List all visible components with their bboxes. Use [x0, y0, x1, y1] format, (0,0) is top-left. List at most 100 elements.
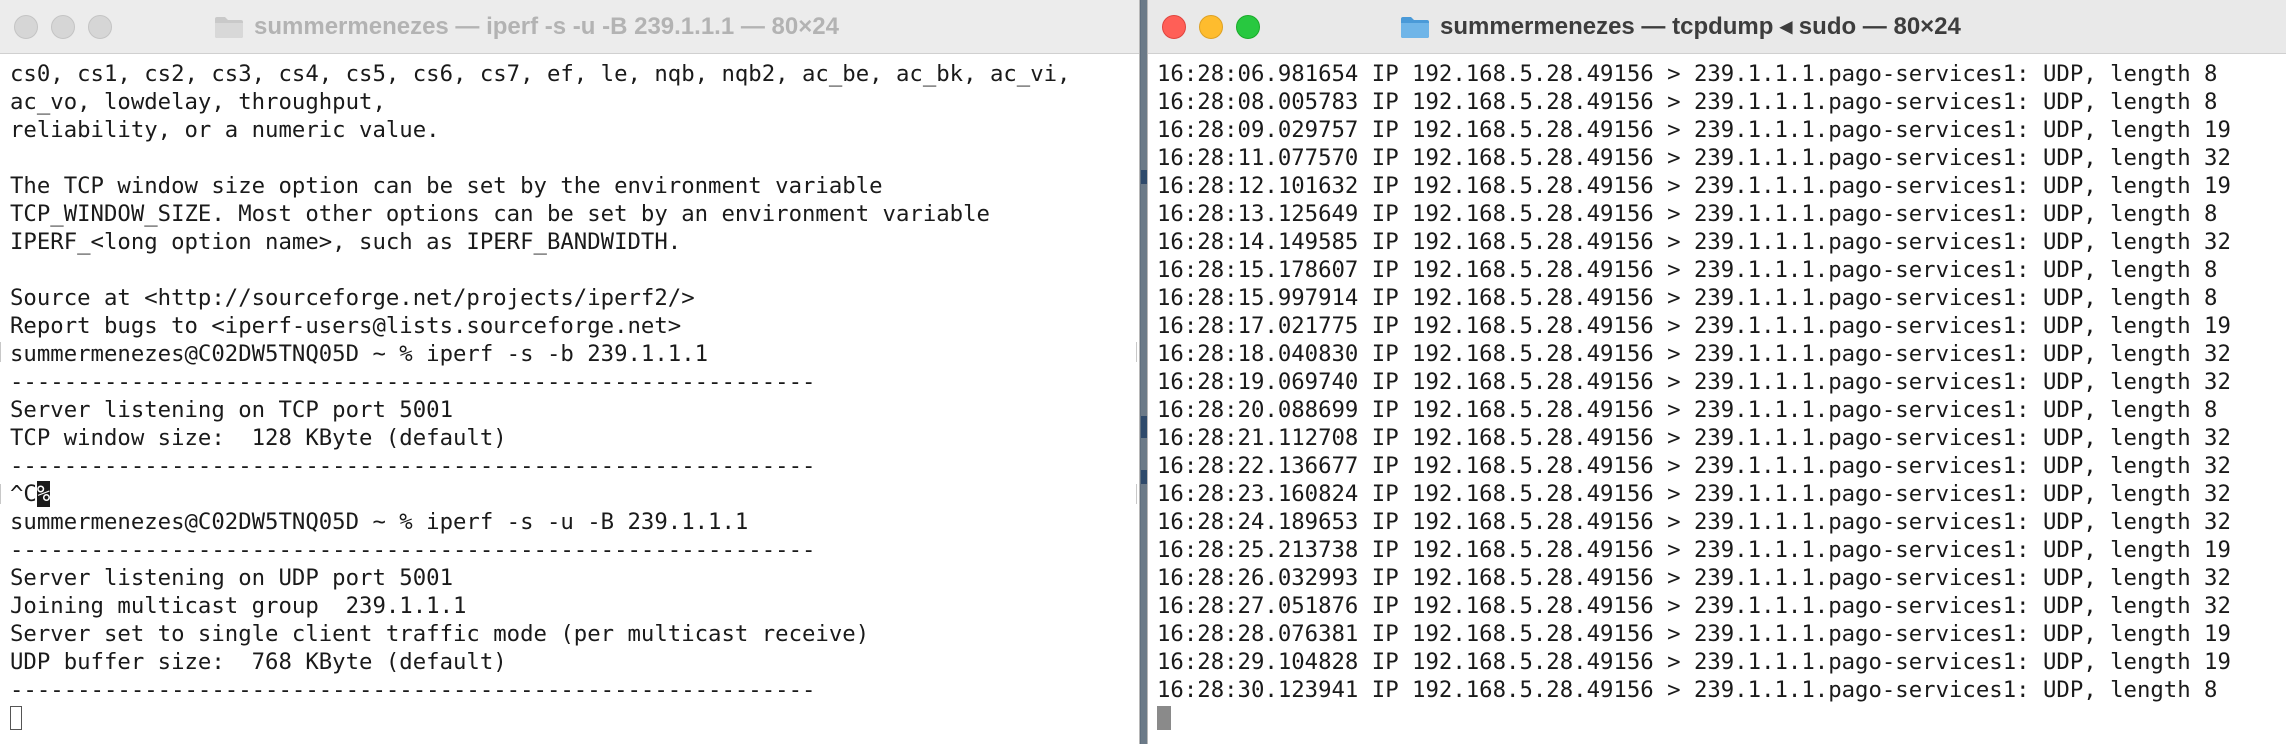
terminal-line: ----------------------------------------… [10, 536, 1139, 564]
terminal-line-text: 16:28:06.981654 IP 192.168.5.28.49156 > … [1157, 61, 2218, 87]
terminal-output[interactable]: cs0, cs1, cs2, cs3, cs4, cs5, cs6, cs7, … [0, 56, 1139, 744]
text-cursor [1157, 706, 1171, 730]
text-cursor [10, 706, 22, 730]
terminal-line-text: 16:28:27.051876 IP 192.168.5.28.49156 > … [1157, 593, 2231, 619]
terminal-line: summermenezes@C02DW5TNQ05D ~ % iperf -s … [10, 340, 1139, 368]
terminal-line-text: ----------------------------------------… [10, 369, 816, 395]
terminal-line-text: ----------------------------------------… [10, 677, 816, 703]
terminal-line-text: UDP buffer size: 768 KByte (default) [10, 649, 507, 675]
terminal-line-text: summermenezes@C02DW5TNQ05D ~ % iperf -s … [10, 341, 709, 367]
terminal-line: 16:28:19.069740 IP 192.168.5.28.49156 > … [1157, 368, 2286, 396]
title-bar[interactable]: summermenezes — iperf -s -u -B 239.1.1.1… [0, 0, 1139, 54]
scroll-mark [0, 484, 4, 504]
terminal-line: 16:28:29.104828 IP 192.168.5.28.49156 > … [1157, 648, 2286, 676]
prompt-end-marker: % [36, 481, 51, 507]
terminal-line-text: TCP_WINDOW_SIZE. Most other options can … [10, 201, 990, 227]
terminal-line-text: Server set to single client traffic mode… [10, 621, 870, 647]
terminal-line: 16:28:26.032993 IP 192.168.5.28.49156 > … [1157, 564, 2286, 592]
terminal-line: ^C% [10, 480, 1139, 508]
window-title-text: summermenezes — tcpdump ◂ sudo — 80×24 [1440, 13, 1961, 40]
terminal-line: cs0, cs1, cs2, cs3, cs4, cs5, cs6, cs7, … [10, 60, 1139, 88]
zoom-button[interactable] [1236, 15, 1260, 39]
terminal-line: 16:28:22.136677 IP 192.168.5.28.49156 > … [1157, 452, 2286, 480]
zoom-button[interactable] [88, 15, 112, 39]
terminal-line: 16:28:28.076381 IP 192.168.5.28.49156 > … [1157, 620, 2286, 648]
terminal-line-text: Report bugs to <iperf-users@lists.source… [10, 313, 682, 339]
terminal-line: 16:28:08.005783 IP 192.168.5.28.49156 > … [1157, 88, 2286, 116]
terminal-line: 16:28:06.981654 IP 192.168.5.28.49156 > … [1157, 60, 2286, 88]
terminal-line-text: 16:28:09.029757 IP 192.168.5.28.49156 > … [1157, 117, 2231, 143]
terminal-line: reliability, or a numeric value. [10, 116, 1139, 144]
window-controls [1162, 15, 1260, 39]
terminal-line-text: 16:28:19.069740 IP 192.168.5.28.49156 > … [1157, 369, 2231, 395]
terminal-line-text: 16:28:22.136677 IP 192.168.5.28.49156 > … [1157, 453, 2231, 479]
terminal-line: IPERF_<long option name>, such as IPERF_… [10, 228, 1139, 256]
terminal-line-text: 16:28:08.005783 IP 192.168.5.28.49156 > … [1157, 89, 2218, 115]
terminal-line: TCP window size: 128 KByte (default) [10, 424, 1139, 452]
terminal-line-text: cs0, cs1, cs2, cs3, cs4, cs5, cs6, cs7, … [10, 61, 1071, 87]
terminal-line-text: Joining multicast group 239.1.1.1 [10, 593, 467, 619]
window-controls [14, 15, 112, 39]
terminal-line: summermenezes@C02DW5TNQ05D ~ % iperf -s … [10, 508, 1139, 536]
terminal-line-text: ----------------------------------------… [10, 453, 816, 479]
terminal-line-text: Server listening on UDP port 5001 [10, 565, 453, 591]
terminal-window-iperf[interactable]: summermenezes — iperf -s -u -B 239.1.1.1… [0, 0, 1140, 744]
terminal-line: Server set to single client traffic mode… [10, 620, 1139, 648]
window-title-text: summermenezes — iperf -s -u -B 239.1.1.1… [254, 13, 839, 40]
terminal-output[interactable]: 16:28:06.981654 IP 192.168.5.28.49156 > … [1148, 56, 2286, 744]
terminal-line-text: 16:28:14.149585 IP 192.168.5.28.49156 > … [1157, 229, 2231, 255]
terminal-line: Report bugs to <iperf-users@lists.source… [10, 312, 1139, 340]
desktop: summermenezes — iperf -s -u -B 239.1.1.1… [0, 0, 2286, 744]
terminal-line: The TCP window size option can be set by… [10, 172, 1139, 200]
terminal-line-text: ac_vo, lowdelay, throughput, [10, 89, 386, 115]
terminal-line: UDP buffer size: 768 KByte (default) [10, 648, 1139, 676]
terminal-line: ac_vo, lowdelay, throughput, [10, 88, 1139, 116]
close-button[interactable] [14, 15, 38, 39]
terminal-line-text: 16:28:11.077570 IP 192.168.5.28.49156 > … [1157, 145, 2231, 171]
terminal-line: 16:28:25.213738 IP 192.168.5.28.49156 > … [1157, 536, 2286, 564]
terminal-line-text: TCP window size: 128 KByte (default) [10, 425, 507, 451]
terminal-line-text: ^C [10, 481, 37, 507]
minimize-button[interactable] [1199, 15, 1223, 39]
terminal-line: 16:28:13.125649 IP 192.168.5.28.49156 > … [1157, 200, 2286, 228]
terminal-line: 16:28:14.149585 IP 192.168.5.28.49156 > … [1157, 228, 2286, 256]
minimize-button[interactable] [51, 15, 75, 39]
window-title: summermenezes — iperf -s -u -B 239.1.1.1… [214, 0, 839, 54]
close-button[interactable] [1162, 15, 1186, 39]
cursor-line [10, 704, 1139, 732]
terminal-line-text: 16:28:26.032993 IP 192.168.5.28.49156 > … [1157, 565, 2231, 591]
terminal-line-text: Server listening on TCP port 5001 [10, 397, 453, 423]
terminal-line-text: ----------------------------------------… [10, 537, 816, 563]
terminal-line: 16:28:27.051876 IP 192.168.5.28.49156 > … [1157, 592, 2286, 620]
scroll-mark [1132, 342, 1137, 362]
terminal-line-text: 16:28:13.125649 IP 192.168.5.28.49156 > … [1157, 201, 2218, 227]
terminal-line-text: 16:28:29.104828 IP 192.168.5.28.49156 > … [1157, 649, 2231, 675]
folder-icon [214, 15, 244, 39]
terminal-line: Joining multicast group 239.1.1.1 [10, 592, 1139, 620]
window-title: summermenezes — tcpdump ◂ sudo — 80×24 [1400, 0, 1961, 54]
terminal-line: TCP_WINDOW_SIZE. Most other options can … [10, 200, 1139, 228]
terminal-line-text: IPERF_<long option name>, such as IPERF_… [10, 229, 682, 255]
terminal-line: ----------------------------------------… [10, 452, 1139, 480]
terminal-line: 16:28:15.997914 IP 192.168.5.28.49156 > … [1157, 284, 2286, 312]
terminal-line-text: Source at <http://sourceforge.net/projec… [10, 285, 695, 311]
terminal-line: ----------------------------------------… [10, 368, 1139, 396]
terminal-line-text: 16:28:25.213738 IP 192.168.5.28.49156 > … [1157, 537, 2231, 563]
terminal-line-text: 16:28:15.997914 IP 192.168.5.28.49156 > … [1157, 285, 2218, 311]
terminal-line: 16:28:15.178607 IP 192.168.5.28.49156 > … [1157, 256, 2286, 284]
title-bar[interactable]: summermenezes — tcpdump ◂ sudo — 80×24 [1148, 0, 2286, 54]
cursor-line [1157, 704, 2286, 732]
terminal-line-text: 16:28:23.160824 IP 192.168.5.28.49156 > … [1157, 481, 2231, 507]
terminal-line-text: The TCP window size option can be set by… [10, 173, 883, 199]
terminal-line: Server listening on UDP port 5001 [10, 564, 1139, 592]
terminal-window-tcpdump[interactable]: summermenezes — tcpdump ◂ sudo — 80×24 1… [1147, 0, 2286, 744]
terminal-line: 16:28:11.077570 IP 192.168.5.28.49156 > … [1157, 144, 2286, 172]
terminal-line: 16:28:21.112708 IP 192.168.5.28.49156 > … [1157, 424, 2286, 452]
terminal-line: 16:28:20.088699 IP 192.168.5.28.49156 > … [1157, 396, 2286, 424]
terminal-line-text: 16:28:30.123941 IP 192.168.5.28.49156 > … [1157, 677, 2218, 703]
terminal-line: Server listening on TCP port 5001 [10, 396, 1139, 424]
terminal-line-text: 16:28:17.021775 IP 192.168.5.28.49156 > … [1157, 313, 2231, 339]
terminal-line: 16:28:17.021775 IP 192.168.5.28.49156 > … [1157, 312, 2286, 340]
